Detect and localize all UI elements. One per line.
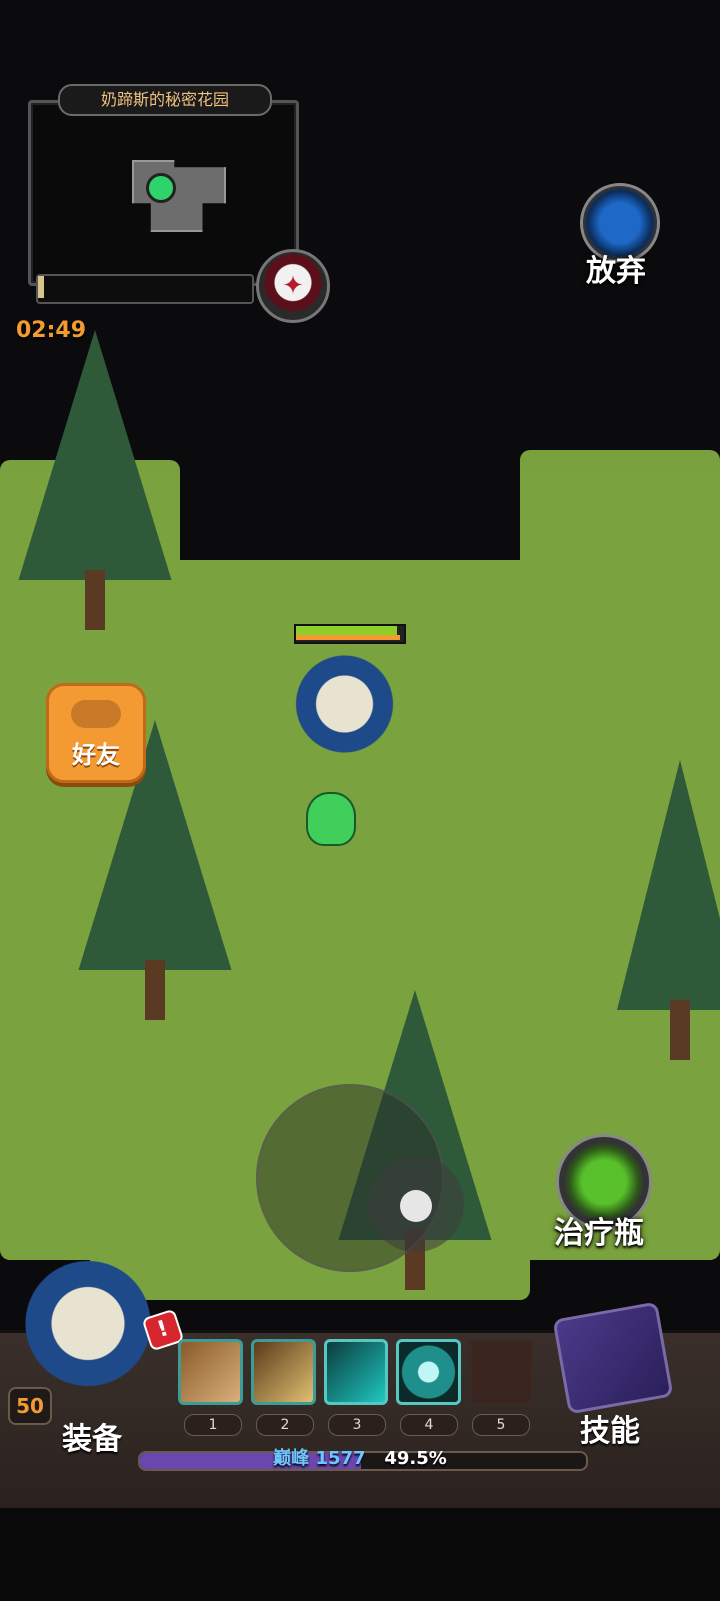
bottom-border xyxy=(0,1508,720,1601)
friends-label: 好友 xyxy=(72,741,120,769)
skill-slots xyxy=(178,1334,534,1410)
green-pet-companion xyxy=(306,792,356,846)
player-health-fill xyxy=(296,626,397,635)
skill-slot-1[interactable] xyxy=(178,1339,243,1405)
minimap-player-marker xyxy=(146,173,176,203)
xp-percent: 49.5% xyxy=(384,1448,447,1469)
skill-slot-2[interactable] xyxy=(250,1339,316,1405)
spellbook-skills-button[interactable] xyxy=(552,1301,674,1415)
peak-level: 1577 xyxy=(315,1448,366,1469)
slot-number: 1 xyxy=(184,1414,242,1436)
slot-number: 2 xyxy=(256,1414,314,1436)
dungeon-progress-fill xyxy=(38,276,45,298)
potion-label[interactable]: 治疗瓶 xyxy=(554,1208,644,1252)
hero-character xyxy=(268,640,438,800)
cloud-icon xyxy=(71,700,121,728)
joystick-knob[interactable] xyxy=(400,1190,432,1222)
slot-number: 3 xyxy=(328,1414,386,1436)
peak-label: 巅峰 xyxy=(273,1448,310,1469)
dungeon-timer: 02:49 xyxy=(16,318,87,343)
quit-label[interactable]: 放弃 xyxy=(586,246,646,290)
skill-slot-3[interactable] xyxy=(323,1339,389,1405)
map-title: 奶蹄斯的秘密花园 xyxy=(58,84,272,116)
skill-slot-4[interactable] xyxy=(396,1339,462,1405)
skill-slot-numbers: 1 2 3 4 5 xyxy=(184,1414,530,1436)
dungeon-progress-bar xyxy=(36,274,254,304)
player-level-badge: 50 xyxy=(8,1387,52,1425)
pine-tree xyxy=(10,330,180,630)
xp-text: 巅峰 1577 49.5% xyxy=(0,1444,720,1470)
boss-skull-icon: ✦ xyxy=(256,249,330,323)
slot-number: 5 xyxy=(472,1414,530,1436)
character-avatar[interactable] xyxy=(0,1230,160,1400)
slot-number: 4 xyxy=(400,1414,458,1436)
skill-slot-5[interactable] xyxy=(469,1339,534,1405)
pine-tree xyxy=(610,760,720,1060)
friends-button[interactable]: 好友 xyxy=(46,683,146,783)
